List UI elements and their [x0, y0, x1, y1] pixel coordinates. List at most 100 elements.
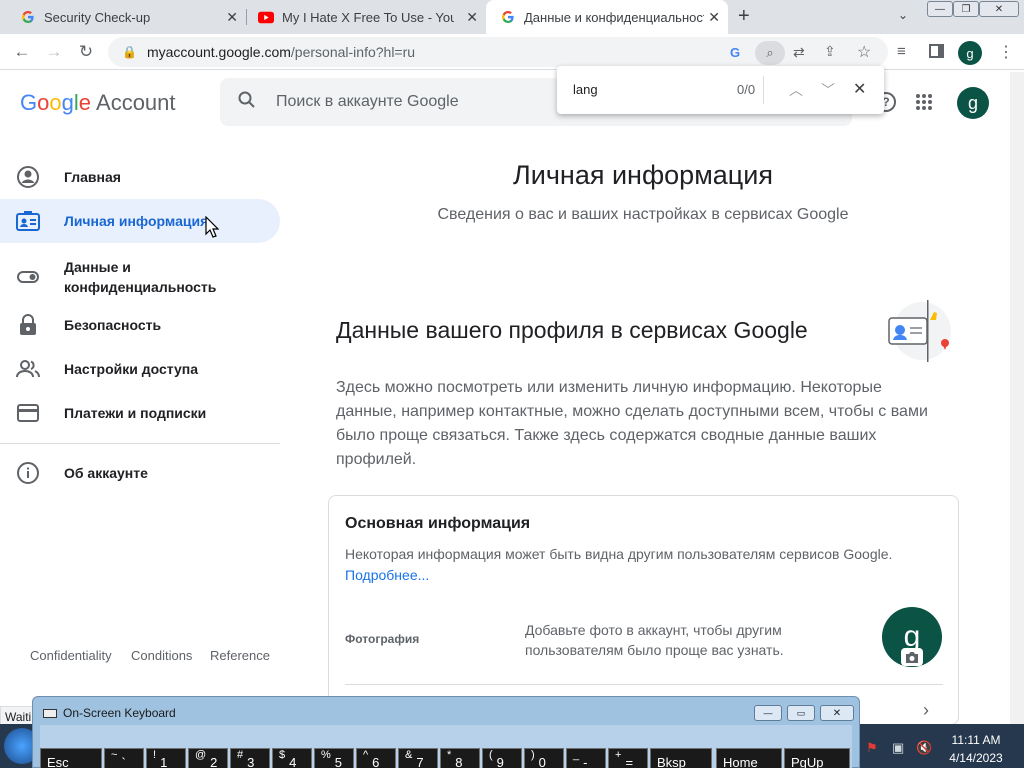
- find-previous-icon[interactable]: ︿: [789, 80, 803, 100]
- sidebar-item-label: Личная информация: [64, 213, 209, 229]
- find-count: 0/0: [737, 82, 756, 97]
- card-description: Некоторая информация может быть видна др…: [345, 546, 893, 562]
- page-scrollbar[interactable]: [1010, 72, 1024, 726]
- sidebar-item-data-privacy[interactable]: Данные и конфиденциальность: [0, 251, 280, 303]
- osk-key[interactable]: _ -: [566, 748, 606, 768]
- osk-key-label: 6: [372, 754, 380, 768]
- sidebar-item-label: Об аккаунте: [64, 465, 148, 481]
- osk-maximize-button[interactable]: ▭: [787, 705, 815, 721]
- reload-icon[interactable]: ↻: [72, 34, 100, 70]
- tab-security-checkup[interactable]: Security Check-up ✕: [0, 0, 246, 34]
- osk-key[interactable]: ! 1: [146, 748, 186, 768]
- osk-key[interactable]: (9: [482, 748, 522, 768]
- network-warning-icon[interactable]: ⚑: [866, 740, 878, 756]
- find-close-icon[interactable]: ✕: [853, 79, 866, 99]
- sidebar-item-label: Безопасность: [64, 317, 162, 333]
- search-icon: [238, 91, 256, 114]
- osk-minimize-button[interactable]: —: [754, 705, 782, 721]
- osk-key-label: 0: [538, 754, 546, 768]
- osk-key-shift-label: !: [153, 749, 157, 761]
- find-icon[interactable]: ⌕: [755, 41, 785, 65]
- osk-key-label: 1: [160, 754, 168, 768]
- sidebar-item-payments[interactable]: Платежи и подписки: [0, 391, 280, 435]
- sidebar-item-home[interactable]: Главная: [0, 155, 280, 199]
- people-icon: [0, 360, 64, 378]
- osk-key-label: Bksp: [657, 754, 686, 768]
- profile-avatar[interactable]: g: [958, 41, 982, 65]
- sidebar-item-label: Настройки доступа: [64, 361, 199, 377]
- osk-key[interactable]: Home: [716, 748, 782, 768]
- google-lens-icon[interactable]: G: [730, 45, 740, 60]
- osk-key-shift-label: ~: [111, 749, 118, 761]
- media-control-icon[interactable]: ≡: [897, 43, 906, 60]
- footer-link-reference[interactable]: Reference: [210, 648, 270, 663]
- find-input[interactable]: lang: [573, 82, 598, 97]
- apps-grid-icon[interactable]: [915, 93, 935, 113]
- clock-date[interactable]: 4/14/2023: [944, 751, 1008, 765]
- id-card-icon: [0, 211, 64, 231]
- search-placeholder: Поиск в аккаунте Google: [276, 93, 459, 110]
- google-account-logo[interactable]: Google Account: [20, 90, 176, 116]
- translate-icon[interactable]: ⇄: [793, 44, 805, 61]
- back-icon[interactable]: ←: [8, 34, 36, 70]
- tab-privacy[interactable]: Данные и конфиденциальность ✕: [486, 0, 728, 34]
- osk-key[interactable]: $4: [272, 748, 312, 768]
- close-window-button[interactable]: ✕: [979, 1, 1019, 17]
- footer-link-conditions[interactable]: Conditions: [131, 648, 192, 663]
- lock-icon: 🔒: [122, 45, 137, 59]
- osk-key-label: Home: [723, 754, 758, 768]
- close-icon[interactable]: ✕: [226, 9, 238, 26]
- chevron-right-icon[interactable]: ›: [923, 700, 929, 721]
- account-avatar[interactable]: g: [957, 87, 989, 119]
- mouse-cursor-icon: [205, 215, 220, 243]
- learn-more-link[interactable]: Подробнее...: [345, 567, 429, 583]
- osk-key-label: 4: [289, 754, 297, 768]
- photo-label: Фотография: [345, 632, 420, 646]
- bookmark-star-icon[interactable]: ☆: [857, 42, 871, 62]
- side-panel-icon[interactable]: [929, 44, 944, 58]
- osk-close-button[interactable]: ✕: [820, 705, 854, 721]
- close-icon[interactable]: ✕: [708, 9, 720, 26]
- info-icon: [0, 462, 64, 484]
- toggle-icon: [0, 271, 64, 283]
- osk-key[interactable]: #3: [230, 748, 270, 768]
- osk-key[interactable]: % 5: [314, 748, 354, 768]
- find-next-icon[interactable]: ﹀: [821, 80, 835, 100]
- minimize-button[interactable]: —: [927, 1, 953, 17]
- osk-key[interactable]: @2: [188, 748, 228, 768]
- find-divider: [763, 76, 764, 104]
- google-g-icon: [500, 9, 516, 25]
- new-tab-button[interactable]: +: [738, 5, 750, 28]
- page-subtitle: Сведения о вас и ваших настройках в серв…: [437, 206, 849, 223]
- osk-key-label: PgUp: [791, 754, 824, 768]
- osk-key[interactable]: ) 0: [524, 748, 564, 768]
- osk-key[interactable]: * 8: [440, 748, 480, 768]
- sidebar-item-about[interactable]: Об аккаунте: [0, 451, 280, 495]
- osk-key[interactable]: + =: [608, 748, 648, 768]
- footer-link-confidentiality[interactable]: Confidentiality: [30, 648, 112, 663]
- osk-key-shift-label: *: [447, 749, 452, 761]
- sidebar-item-security[interactable]: Безопасность: [0, 303, 280, 347]
- lock-icon: [0, 314, 64, 336]
- restore-button[interactable]: ❐: [953, 1, 979, 17]
- tab-search-icon[interactable]: ⌄: [898, 8, 908, 22]
- osk-key-label: 9: [496, 754, 504, 768]
- osk-key[interactable]: PgUp: [784, 748, 850, 768]
- share-icon[interactable]: ⇪: [824, 43, 836, 60]
- osk-key[interactable]: Bksp: [650, 748, 712, 768]
- osk-key[interactable]: ~ `: [104, 748, 144, 768]
- menu-kebab-icon[interactable]: ⋮: [998, 42, 1014, 62]
- forward-icon[interactable]: →: [40, 34, 68, 70]
- sidebar-item-personal-info[interactable]: Личная информация: [0, 199, 280, 243]
- close-icon[interactable]: ✕: [466, 9, 478, 26]
- tab-youtube[interactable]: My I Hate X Free To Use - YouTube ✕: [246, 0, 486, 34]
- osk-key[interactable]: & 7: [398, 748, 438, 768]
- sidebar-item-sharing[interactable]: Настройки доступа: [0, 347, 280, 391]
- keyboard-icon: [43, 709, 57, 718]
- osk-key[interactable]: ^ 6: [356, 748, 396, 768]
- volume-muted-icon[interactable]: 🔇: [916, 740, 932, 756]
- osk-key[interactable]: Esc: [40, 748, 102, 768]
- credit-card-icon: [0, 404, 64, 422]
- network-icon[interactable]: ▣: [892, 740, 904, 756]
- clock-time[interactable]: 11:11 AM: [944, 733, 1008, 747]
